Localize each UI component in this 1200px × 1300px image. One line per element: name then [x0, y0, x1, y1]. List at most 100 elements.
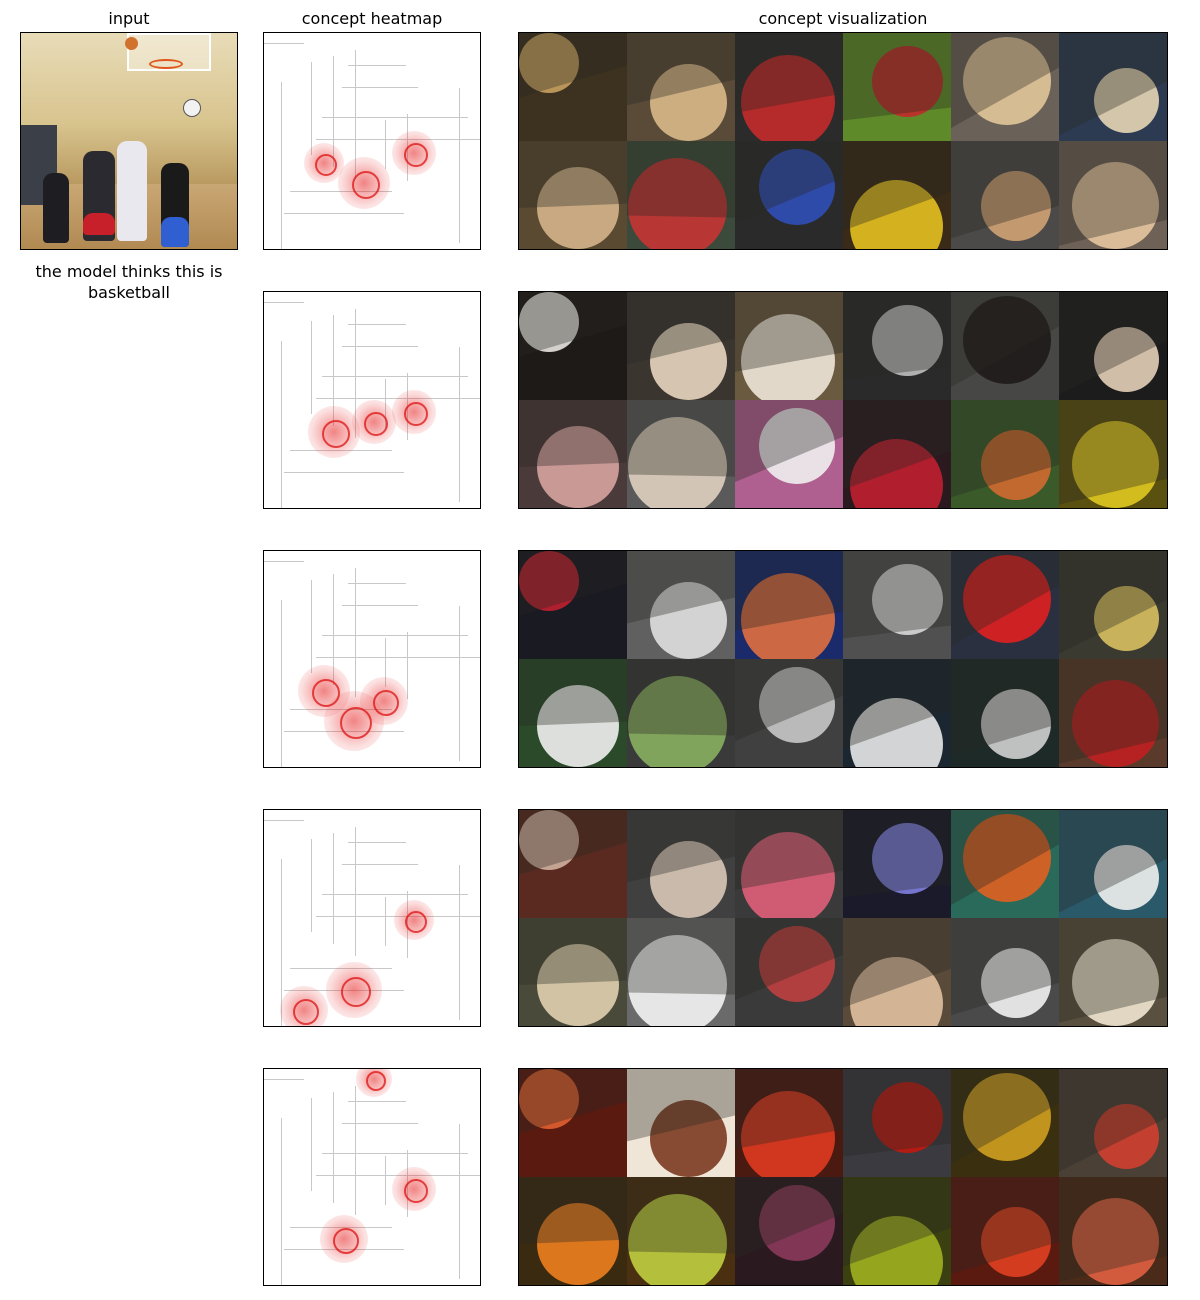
concept-example-image	[627, 551, 735, 659]
concept-example-image	[519, 918, 627, 1026]
edge-line	[385, 120, 386, 169]
concept-example-image	[1059, 1069, 1167, 1177]
edge-line	[333, 833, 334, 944]
concept-example-image	[519, 1069, 627, 1177]
concept-example-image	[627, 1177, 735, 1285]
edge-line	[284, 472, 404, 473]
mask-shade	[1059, 918, 1167, 1023]
wall-clock	[183, 99, 201, 117]
concept-example-image	[951, 400, 1059, 508]
edge-line	[459, 865, 460, 1020]
edge-line	[281, 82, 282, 249]
edge-line	[322, 117, 468, 118]
edge-line	[459, 606, 460, 761]
mask-shade	[843, 551, 951, 639]
mask-shade	[519, 810, 627, 875]
concept-example-image	[843, 918, 951, 1026]
concept-example-image	[1059, 400, 1167, 508]
concept-example-image	[735, 292, 843, 400]
player-3	[117, 141, 147, 241]
heat-contour	[404, 402, 428, 426]
edge-line	[311, 1098, 312, 1191]
player-4-shorts	[161, 217, 189, 247]
concept-example-image	[735, 551, 843, 659]
edge-line	[333, 1092, 334, 1203]
edge-line	[311, 62, 312, 155]
concept-example-image	[1059, 918, 1167, 1026]
concept-example-image	[951, 1177, 1059, 1285]
heat-contour	[352, 171, 380, 199]
concept-example-image	[519, 551, 627, 659]
edge-line	[264, 561, 304, 562]
concept-example-image	[735, 400, 843, 508]
edge-line	[281, 1118, 282, 1285]
heatmap-column-title: concept heatmap	[301, 9, 443, 28]
mask-shade	[843, 810, 951, 898]
mask-shade	[1059, 400, 1167, 505]
edge-line	[281, 600, 282, 767]
edge-line	[342, 864, 418, 865]
concept-example-image	[519, 400, 627, 508]
concept-example-image	[735, 918, 843, 1026]
concept-example-image	[951, 292, 1059, 400]
edge-line	[459, 1124, 460, 1279]
concept-heatmap-5	[263, 1068, 481, 1286]
player-1	[43, 173, 69, 243]
edge-line	[385, 1156, 386, 1205]
concept-example-image	[627, 659, 735, 767]
concept-example-image	[627, 292, 735, 400]
concept-heatmap-3	[263, 550, 481, 768]
edge-line	[322, 376, 468, 377]
concept-example-image	[1059, 33, 1167, 141]
edge-line	[459, 347, 460, 502]
heat-contour	[405, 911, 427, 933]
mask-shade	[843, 1069, 951, 1157]
heat-contour	[333, 1228, 359, 1254]
heat-contour	[312, 679, 340, 707]
mask-shade	[519, 292, 627, 357]
heat-contour	[404, 143, 428, 167]
concept-example-image	[519, 141, 627, 249]
concept-example-image	[951, 551, 1059, 659]
edge-line	[355, 827, 356, 956]
concept-example-image	[951, 659, 1059, 767]
concept-example-image	[1059, 1177, 1167, 1285]
concept-example-image	[843, 400, 951, 508]
concept-example-image	[627, 400, 735, 508]
concept-example-image	[843, 292, 951, 400]
concept-visualization-2	[518, 291, 1168, 509]
concept-example-image	[843, 551, 951, 659]
concept-example-image	[627, 810, 735, 918]
edge-line	[311, 580, 312, 673]
edge-line	[264, 1079, 304, 1080]
edge-line	[348, 65, 406, 66]
concept-example-image	[735, 141, 843, 249]
concept-example-image	[1059, 141, 1167, 249]
mask-shade	[519, 551, 627, 616]
player-2-shorts	[83, 213, 115, 235]
heat-contour	[293, 999, 319, 1025]
mask-shade	[519, 1069, 627, 1134]
concept-example-image	[843, 659, 951, 767]
edge-line	[316, 657, 480, 658]
concept-example-image	[735, 33, 843, 141]
concept-visualization-4	[518, 809, 1168, 1027]
input-column-title: input	[108, 9, 150, 28]
concept-example-image	[843, 1069, 951, 1177]
concept-example-image	[627, 141, 735, 249]
edge-line	[322, 1153, 468, 1154]
edge-line	[355, 568, 356, 697]
mask-shade	[843, 292, 951, 380]
prediction-caption: the model thinks this is basketball	[35, 262, 223, 302]
concept-example-image	[843, 141, 951, 249]
concept-example-image	[1059, 292, 1167, 400]
heat-contour	[315, 154, 337, 176]
concept-example-image	[735, 1177, 843, 1285]
edge-line	[348, 583, 406, 584]
concept-example-image	[735, 1069, 843, 1177]
concept-example-image	[519, 810, 627, 918]
heat-contour	[366, 1071, 386, 1091]
concept-example-image	[627, 33, 735, 141]
hoop-rim	[149, 59, 183, 69]
edge-line	[311, 839, 312, 932]
